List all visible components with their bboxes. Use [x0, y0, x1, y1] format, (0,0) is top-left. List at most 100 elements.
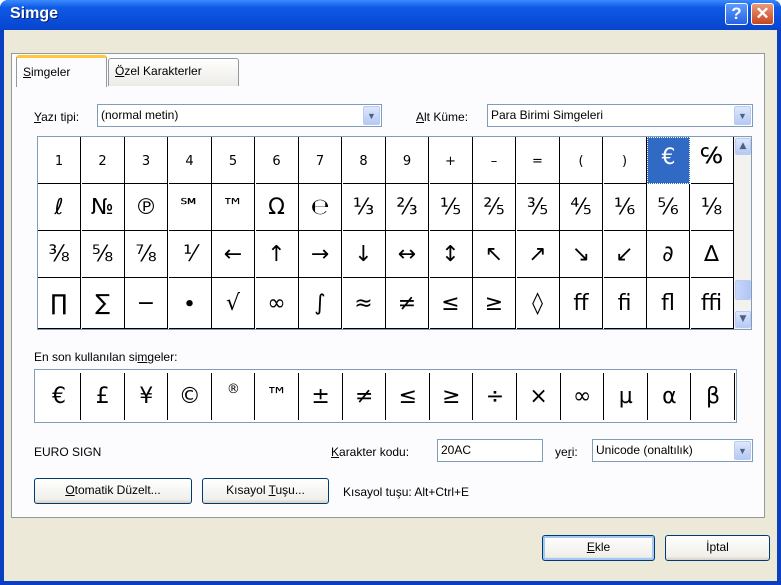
tab-symbols[interactable]: Simgeler: [16, 55, 107, 87]
char-code-input[interactable]: 20AC: [437, 439, 543, 462]
symbol-cell[interactable]: =: [516, 137, 560, 184]
recent-symbol-cell[interactable]: ¥: [125, 373, 169, 420]
symbol-grid-scrollbar[interactable]: ▲ ▼: [734, 136, 752, 330]
symbol-cell[interactable]: ℮: [299, 184, 342, 231]
symbol-cell[interactable]: −: [125, 278, 168, 329]
symbol-cell[interactable]: ⅛: [690, 184, 734, 231]
scroll-up-icon[interactable]: ▲: [735, 138, 751, 155]
symbol-cell[interactable]: ⅕: [429, 184, 473, 231]
symbol-cell[interactable]: ↑: [255, 231, 299, 278]
close-button[interactable]: ✕: [751, 3, 774, 25]
symbol-cell[interactable]: 7: [299, 137, 342, 184]
symbol-cell[interactable]: 6: [255, 137, 299, 184]
symbol-cell[interactable]: 8: [342, 137, 386, 184]
recent-symbol-cell[interactable]: µ: [605, 373, 648, 420]
symbol-cell[interactable]: ≠: [386, 278, 429, 329]
insert-button[interactable]: Ekle: [542, 535, 655, 561]
symbol-cell[interactable]: ←: [212, 231, 255, 278]
recent-symbol-cell[interactable]: €: [38, 373, 81, 420]
symbol-cell[interactable]: 5: [212, 137, 255, 184]
symbol-cell[interactable]: (: [560, 137, 603, 184]
symbol-cell[interactable]: ↙: [603, 231, 647, 278]
recent-symbols[interactable]: € £ ¥ © ® ™ ± ≠ ≤ ≥ ÷ × ∞ µ α β: [34, 369, 737, 423]
recent-symbol-cell[interactable]: ≥: [430, 373, 474, 420]
recent-symbol-cell[interactable]: ®: [212, 373, 256, 420]
scrollbar-thumb[interactable]: [735, 280, 751, 300]
recent-symbol-cell[interactable]: ×: [518, 373, 561, 420]
symbol-cell[interactable]: ⅞: [125, 231, 168, 278]
scroll-down-icon[interactable]: ▼: [735, 311, 751, 328]
symbol-cell[interactable]: ⅙: [603, 184, 647, 231]
symbol-cell[interactable]: →: [299, 231, 342, 278]
cancel-button[interactable]: İptal: [665, 535, 770, 561]
symbol-cell[interactable]: ↗: [516, 231, 560, 278]
symbol-cell[interactable]: +: [429, 137, 473, 184]
symbol-cell[interactable]: ≥: [473, 278, 516, 329]
recent-symbol-cell[interactable]: ÷: [474, 373, 517, 420]
symbol-cell[interactable]: ﬀ: [560, 278, 603, 329]
symbol-cell[interactable]: ↔: [386, 231, 429, 278]
symbol-cell[interactable]: ∞: [255, 278, 299, 329]
symbol-grid[interactable]: 1 2 3 4 5 6 7 8 9 + – =() € ℅ ℓ № ℗ ℠ ™ Ω ℮ ⅓ ⅔ ⅕ ⅖ ⅗ ⅘ ⅙ ⅚ ⅛ ⅜ ⅝ ⅞ ⅟ ← ↑ → ↓…: [37, 136, 734, 330]
subset-select[interactable]: Para Birimi Simgeleri ▼: [487, 104, 753, 127]
recent-symbol-cell[interactable]: α: [648, 373, 692, 420]
symbol-cell[interactable]: ⅘: [560, 184, 603, 231]
symbol-cell[interactable]: ﬃ: [690, 278, 734, 329]
symbol-cell[interactable]: 9: [386, 137, 429, 184]
help-button[interactable]: ?: [725, 3, 748, 25]
symbol-cell[interactable]: ∆: [690, 231, 734, 278]
shortcut-key-button[interactable]: Kısayol Tuşu...: [202, 478, 329, 504]
symbol-cell[interactable]: ⅓: [342, 184, 386, 231]
symbol-cell[interactable]: ∑: [81, 278, 125, 329]
recent-symbol-cell[interactable]: ±: [300, 373, 343, 420]
symbol-cell[interactable]: ™: [212, 184, 255, 231]
symbol-cell[interactable]: ⅟: [168, 231, 212, 278]
symbol-cell[interactable]: ↕: [429, 231, 473, 278]
symbol-cell[interactable]: ↖: [473, 231, 516, 278]
symbol-cell[interactable]: ∂: [647, 231, 690, 278]
symbol-cell[interactable]: ⅔: [386, 184, 429, 231]
symbol-cell[interactable]: 4: [168, 137, 212, 184]
symbol-cell[interactable]: ﬂ: [647, 278, 690, 329]
autocorrect-button[interactable]: Otomatik Düzelt...: [34, 478, 192, 504]
symbol-cell[interactable]: ⅚: [647, 184, 690, 231]
from-select[interactable]: Unicode (onaltılık) ▼: [592, 439, 753, 462]
symbol-cell[interactable]: –: [473, 137, 516, 184]
symbol-cell[interactable]: ∫: [299, 278, 342, 329]
symbol-cell[interactable]: ≤: [429, 278, 473, 329]
symbol-cell[interactable]: №: [81, 184, 125, 231]
symbol-cell[interactable]: ℗: [125, 184, 168, 231]
chevron-down-icon[interactable]: ▼: [734, 441, 751, 460]
symbol-cell[interactable]: ): [603, 137, 647, 184]
recent-symbol-cell[interactable]: ≠: [343, 373, 387, 420]
symbol-cell[interactable]: ↓: [342, 231, 386, 278]
symbol-cell[interactable]: 3: [125, 137, 168, 184]
recent-symbol-cell[interactable]: ∞: [561, 373, 605, 420]
symbol-cell[interactable]: ∏: [38, 278, 81, 329]
symbol-cell[interactable]: √: [212, 278, 255, 329]
symbol-cell[interactable]: 2: [81, 137, 125, 184]
recent-symbol-cell[interactable]: £: [82, 373, 125, 420]
symbol-cell[interactable]: ◊: [516, 278, 560, 329]
symbol-cell[interactable]: ℠: [168, 184, 212, 231]
symbol-cell[interactable]: ℓ: [38, 184, 81, 231]
symbol-cell[interactable]: ∙: [168, 278, 212, 329]
symbol-cell[interactable]: ≈: [342, 278, 386, 329]
symbol-cell[interactable]: ⅜: [38, 231, 81, 278]
recent-symbol-cell[interactable]: ™: [256, 373, 299, 420]
symbol-cell[interactable]: ⅝: [81, 231, 125, 278]
symbol-cell[interactable]: ⅗: [516, 184, 560, 231]
symbol-cell[interactable]: ﬁ: [603, 278, 647, 329]
recent-symbol-cell[interactable]: ≤: [387, 373, 430, 420]
title-bar[interactable]: Simge ? ✕: [0, 0, 781, 30]
symbol-cell[interactable]: Ω: [255, 184, 299, 231]
tab-special-characters[interactable]: Özel Karakterler: [108, 58, 239, 86]
chevron-down-icon[interactable]: ▼: [734, 106, 751, 125]
symbol-cell[interactable]: €: [647, 137, 690, 184]
symbol-cell[interactable]: 1: [38, 137, 81, 184]
recent-symbol-cell[interactable]: β: [692, 373, 735, 420]
symbol-cell[interactable]: ↘: [560, 231, 603, 278]
symbol-cell[interactable]: ⅖: [473, 184, 516, 231]
symbol-cell[interactable]: ℅: [690, 137, 734, 184]
recent-symbol-cell[interactable]: ©: [169, 373, 212, 420]
